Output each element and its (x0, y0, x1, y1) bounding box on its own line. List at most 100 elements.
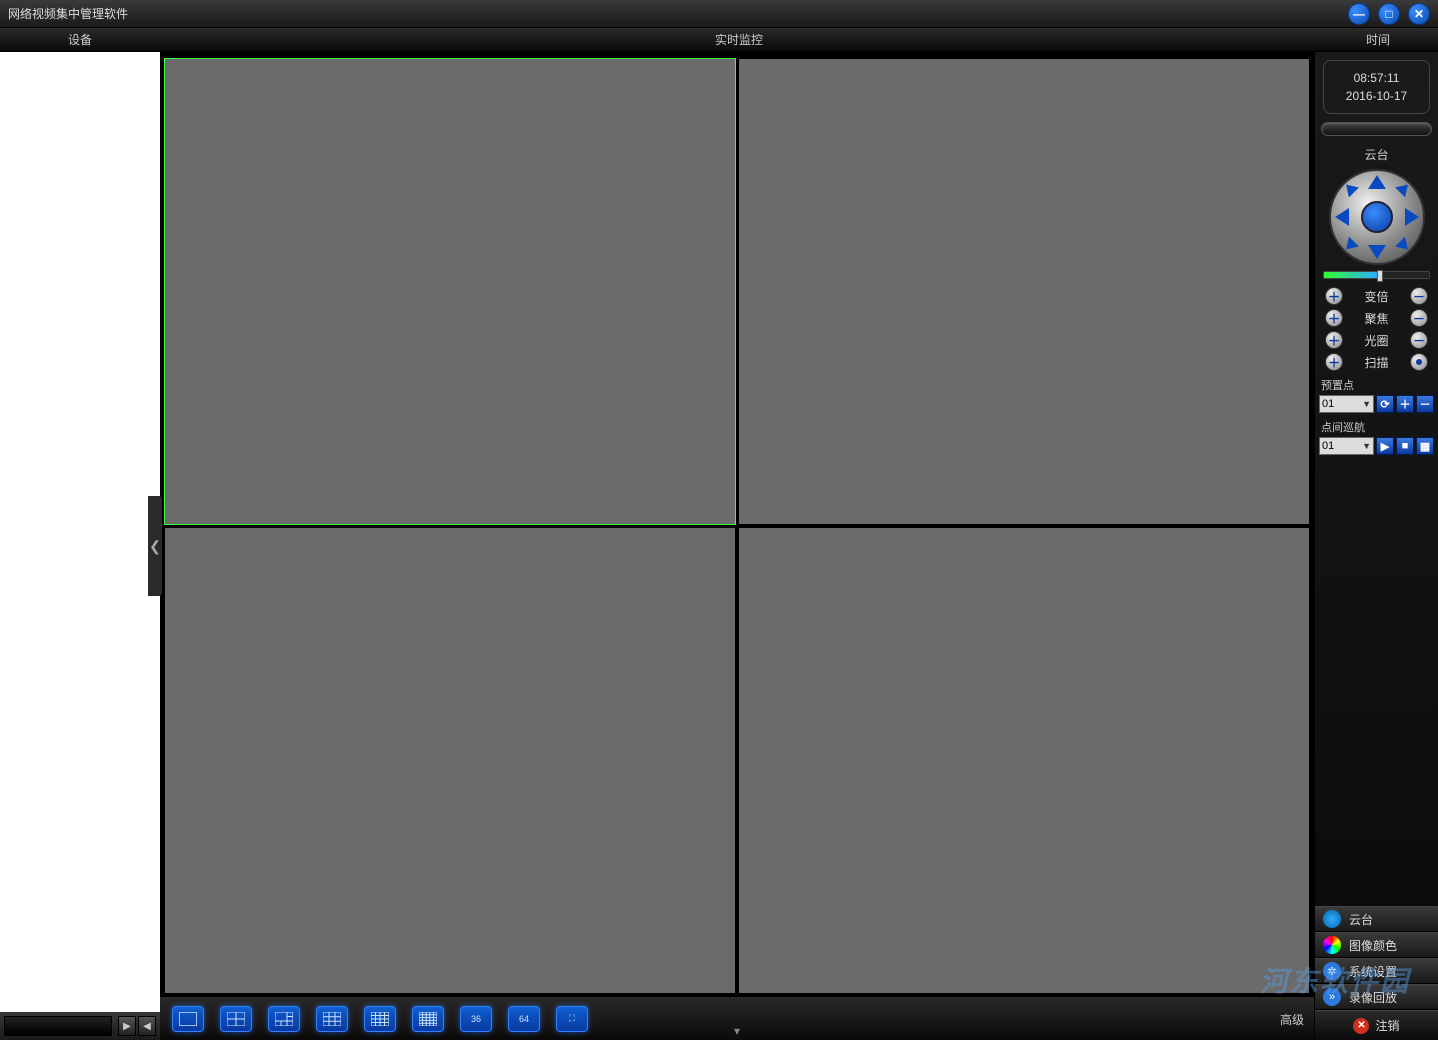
plus-icon: ＋ (1328, 288, 1340, 305)
zoom-row: ＋ 变倍 － (1315, 285, 1438, 307)
channel-selector[interactable] (1321, 122, 1432, 136)
titlebar: 网络视频集中管理软件 — □ ✕ (0, 0, 1438, 28)
video-grid (160, 52, 1314, 996)
clock-date: 2016-10-17 (1328, 87, 1425, 105)
ptz-down-button[interactable] (1368, 245, 1386, 259)
ptz-icon (1323, 910, 1341, 928)
preset-row: 01▼ ⟳ ＋ － (1315, 393, 1438, 415)
preset-add-button[interactable]: ＋ (1396, 395, 1414, 413)
layout-16-button[interactable] (364, 1006, 396, 1032)
advanced-label[interactable]: 高级 (1280, 1011, 1304, 1028)
device-tree[interactable] (0, 52, 160, 1012)
ptz-downleft-button[interactable] (1341, 237, 1359, 255)
menu-image-color[interactable]: 图像颜色 (1315, 932, 1438, 958)
cruise-value: 01 (1322, 440, 1334, 452)
cruise-play-button[interactable]: ▶ (1376, 437, 1394, 455)
layout-9-icon (323, 1012, 341, 1026)
cruise-stop-button[interactable]: ■ (1396, 437, 1414, 455)
video-cell-4[interactable] (738, 527, 1310, 994)
toolbar-chevron-down[interactable]: ▾ (734, 1024, 740, 1038)
video-cell-2[interactable] (738, 58, 1310, 525)
minus-icon: － (1413, 288, 1425, 305)
focus-out-button[interactable]: － (1410, 309, 1428, 327)
video-cell-3[interactable] (164, 527, 736, 994)
close-button[interactable]: ✕ (1408, 3, 1430, 25)
scan-toggle-button[interactable] (1410, 353, 1428, 371)
layout-1-button[interactable] (172, 1006, 204, 1032)
menu-ptz-label: 云台 (1349, 911, 1373, 928)
scan-plus-button[interactable]: ＋ (1325, 353, 1343, 371)
device-bottom-bar: ▶ ◀ (0, 1012, 160, 1040)
goto-icon: ⟳ (1380, 398, 1389, 411)
slider-fill (1324, 272, 1377, 278)
preset-del-button[interactable]: － (1416, 395, 1434, 413)
plus-icon: ＋ (1328, 332, 1340, 349)
scan-label: 扫描 (1364, 354, 1388, 371)
ptz-speed-slider[interactable] (1323, 271, 1430, 279)
layout-36-button[interactable]: 36 (460, 1006, 492, 1032)
video-cell-1[interactable] (164, 58, 736, 525)
layout-4-button[interactable] (220, 1006, 252, 1032)
layout-6-icon (275, 1012, 293, 1026)
maximize-button[interactable]: □ (1378, 3, 1400, 25)
grid-icon: ▦ (1420, 440, 1430, 453)
main: ❮ ▶ ◀ (0, 52, 1438, 1040)
fullscreen-button[interactable]: ⛶ (556, 1006, 588, 1032)
layout-16-icon (371, 1012, 389, 1026)
header-time: 时间 (1318, 28, 1438, 51)
layout-6-button[interactable] (268, 1006, 300, 1032)
iris-label: 光圈 (1364, 332, 1388, 349)
ptz-upright-button[interactable] (1395, 180, 1413, 198)
window-buttons: — □ ✕ (1348, 3, 1430, 25)
clock-box: 08:57:11 2016-10-17 (1323, 60, 1430, 114)
layout-toolbar: 36 64 ⛶ ▾ 高级 (160, 996, 1314, 1040)
menu-playback-label: 录像回放 (1349, 989, 1397, 1006)
slider-thumb[interactable] (1377, 270, 1383, 282)
preset-label: 预置点 (1315, 373, 1438, 393)
iris-open-button[interactable]: ＋ (1325, 331, 1343, 349)
device-info-bar (4, 1016, 112, 1036)
layout-9-button[interactable] (316, 1006, 348, 1032)
dropdown-icon: ▼ (1362, 441, 1371, 451)
next-button[interactable]: ◀ (138, 1016, 156, 1036)
ptz-up-button[interactable] (1368, 175, 1386, 189)
header-live: 实时监控 (160, 28, 1318, 51)
ptz-upleft-button[interactable] (1341, 180, 1359, 198)
zoom-in-button[interactable]: ＋ (1325, 287, 1343, 305)
video-area: 36 64 ⛶ ▾ 高级 (160, 52, 1314, 1040)
cruise-select[interactable]: 01 ▼ (1319, 437, 1374, 455)
ptz-downright-button[interactable] (1395, 237, 1413, 255)
device-panel: ❮ ▶ ◀ (0, 52, 160, 1040)
collapse-handle[interactable]: ❮ (148, 496, 162, 596)
ptz-left-button[interactable] (1335, 208, 1349, 226)
stop-icon: ■ (1402, 440, 1409, 452)
logout-button[interactable]: ✕ 注销 (1315, 1010, 1438, 1040)
menu-settings-label: 系统设置 (1349, 963, 1397, 980)
preset-select[interactable]: 01▼ (1319, 395, 1374, 413)
app-title: 网络视频集中管理软件 (8, 5, 1348, 22)
ptz-title: 云台 (1315, 142, 1438, 169)
header-devices: 设备 (0, 28, 160, 51)
menu-playback[interactable]: » 录像回放 (1315, 984, 1438, 1010)
prev-button[interactable]: ▶ (118, 1016, 136, 1036)
iris-row: ＋ 光圈 － (1315, 329, 1438, 351)
logout-label: 注销 (1375, 1017, 1399, 1034)
add-icon: ＋ (1400, 396, 1411, 412)
focus-in-button[interactable]: ＋ (1325, 309, 1343, 327)
menu-system-settings[interactable]: ✲ 系统设置 (1315, 958, 1438, 984)
scan-row: ＋ 扫描 (1315, 351, 1438, 373)
layout-64-button[interactable]: 64 (508, 1006, 540, 1032)
chevron-right-icon: ▶ (123, 1021, 131, 1032)
zoom-out-button[interactable]: － (1410, 287, 1428, 305)
iris-close-button[interactable]: － (1410, 331, 1428, 349)
minimize-icon: — (1353, 8, 1365, 20)
preset-goto-button[interactable]: ⟳ (1376, 395, 1394, 413)
preset-value: 01 (1322, 398, 1334, 410)
ptz-right-button[interactable] (1405, 208, 1419, 226)
layout-25-button[interactable] (412, 1006, 444, 1032)
menu-ptz[interactable]: 云台 (1315, 906, 1438, 932)
right-spacer (1315, 457, 1438, 906)
cruise-edit-button[interactable]: ▦ (1416, 437, 1434, 455)
color-wheel-icon (1323, 936, 1341, 954)
minimize-button[interactable]: — (1348, 3, 1370, 25)
